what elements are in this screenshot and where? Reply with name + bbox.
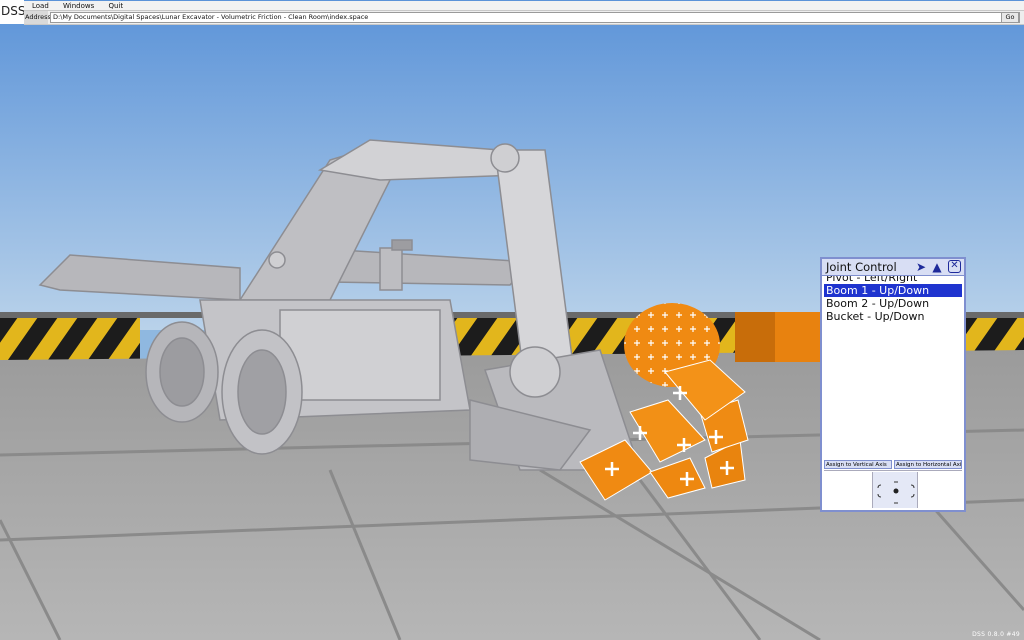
joint-item-boom1[interactable]: Boom 1 - Up/Down	[824, 284, 962, 297]
version-label: DSS 0.8.0 #49	[972, 631, 1020, 638]
assign-row: Assign to Vertical Axis Assign to Horizo…	[824, 460, 962, 469]
joystick-pad[interactable]	[872, 472, 918, 508]
menu-quit[interactable]: Quit	[103, 1, 130, 11]
address-bar: Address D:\My Documents\Digital Spaces\L…	[24, 11, 1024, 25]
menu-load[interactable]: Load	[24, 1, 55, 11]
joint-list[interactable]: Pivot - Left/Right Boom 1 - Up/Down Boom…	[824, 276, 962, 466]
go-button[interactable]: Go	[1001, 12, 1019, 23]
assign-vertical-button[interactable]: Assign to Vertical Axis	[824, 460, 892, 469]
menu-bar: Load Windows Quit	[24, 1, 1024, 11]
app-logo: DSS	[0, 0, 24, 24]
orange-crate	[735, 312, 825, 362]
joint-item-bucket[interactable]: Bucket - Up/Down	[824, 310, 962, 323]
close-icon[interactable]: ✕	[948, 260, 961, 273]
joint-item-pivot[interactable]: Pivot - Left/Right	[824, 276, 962, 284]
joint-control-title: Joint Control	[826, 260, 897, 274]
joystick-icon	[877, 481, 915, 504]
joint-control-panel: Joint Control ➤ ▲ ✕ Pivot - Left/Right B…	[820, 257, 966, 512]
joint-control-titlebar[interactable]: Joint Control ➤ ▲ ✕	[822, 259, 964, 276]
address-input[interactable]: D:\My Documents\Digital Spaces\Lunar Exc…	[50, 12, 1020, 23]
assign-horizontal-button[interactable]: Assign to Horizontal Axis	[894, 460, 962, 469]
control-pad-area	[824, 470, 962, 508]
address-label: Address	[24, 11, 51, 24]
joint-item-boom2[interactable]: Boom 2 - Up/Down	[824, 297, 962, 310]
menu-windows[interactable]: Windows	[57, 1, 100, 11]
chevron-up-icon[interactable]: ▲	[930, 260, 944, 274]
chevron-right-icon[interactable]: ➤	[914, 260, 928, 274]
